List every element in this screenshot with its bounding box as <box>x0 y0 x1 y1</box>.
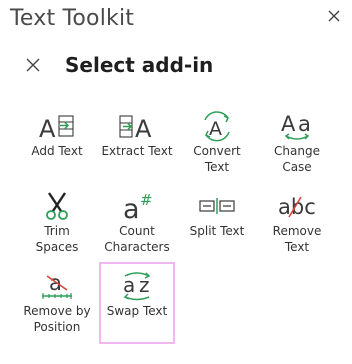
tile-count-characters[interactable]: a # Count Characters <box>99 184 175 266</box>
remove-text-icon: abc <box>278 195 316 219</box>
tile-label: Split Text <box>189 224 245 238</box>
tile-convert-text[interactable]: A Convert Text <box>179 104 255 186</box>
app-title: Text Toolkit <box>10 6 135 31</box>
split-text-icon <box>199 198 235 214</box>
trim-spaces-icon <box>46 192 68 220</box>
extract-text-icon: A <box>119 115 152 142</box>
remove-text-glyph: abc <box>278 195 316 219</box>
count-characters-glyph: a <box>123 194 140 222</box>
tile-change-case[interactable]: A a Change Case <box>259 104 335 186</box>
tile-remove-by-position[interactable]: a Remove by Position <box>19 264 95 346</box>
remove-by-position-glyph: a <box>49 271 62 295</box>
swap-text-a-glyph: a <box>123 273 135 297</box>
tile-trim-spaces[interactable]: Trim Spaces <box>19 184 95 266</box>
tile-label: Remove by Position <box>23 304 91 334</box>
tile-label: Swap Text <box>106 304 168 318</box>
tile-add-text[interactable]: A Add Text <box>19 104 95 186</box>
change-case-upper-glyph: A <box>281 112 296 136</box>
count-characters-icon: a # <box>123 191 153 222</box>
close-icon <box>328 10 340 22</box>
panel-title: Select add-in <box>65 53 214 77</box>
convert-text-glyph: A <box>209 118 222 140</box>
convert-text-icon: A <box>204 111 230 142</box>
add-text-icon: A <box>39 115 74 142</box>
swap-text-icon: a z <box>123 272 151 301</box>
tile-label: Remove Text <box>272 224 322 254</box>
extract-text-glyph: A <box>135 115 152 142</box>
close-icon <box>26 58 40 72</box>
remove-by-position-icon: a <box>42 271 72 299</box>
tile-label: Trim Spaces <box>35 224 79 254</box>
tile-swap-text[interactable]: a z Swap Text <box>99 262 175 344</box>
tile-label: Extract Text <box>101 144 173 158</box>
close-select-button[interactable] <box>25 57 41 73</box>
change-case-icon: A a <box>281 112 311 140</box>
tile-remove-text[interactable]: abc Remove Text <box>259 184 335 266</box>
change-case-lower-glyph: a <box>298 112 311 136</box>
tile-label: Count Characters <box>104 224 170 254</box>
tile-split-text[interactable]: Split Text <box>179 184 255 266</box>
task-pane-header: Text Toolkit <box>0 0 352 42</box>
tile-label: Add Text <box>31 144 83 158</box>
close-pane-button[interactable] <box>326 8 342 24</box>
add-text-glyph: A <box>39 115 56 142</box>
tile-label: Convert Text <box>193 144 241 174</box>
count-characters-hash-glyph: # <box>140 191 153 209</box>
tile-label: Change Case <box>274 144 320 174</box>
tile-extract-text[interactable]: A Extract Text <box>99 104 175 186</box>
